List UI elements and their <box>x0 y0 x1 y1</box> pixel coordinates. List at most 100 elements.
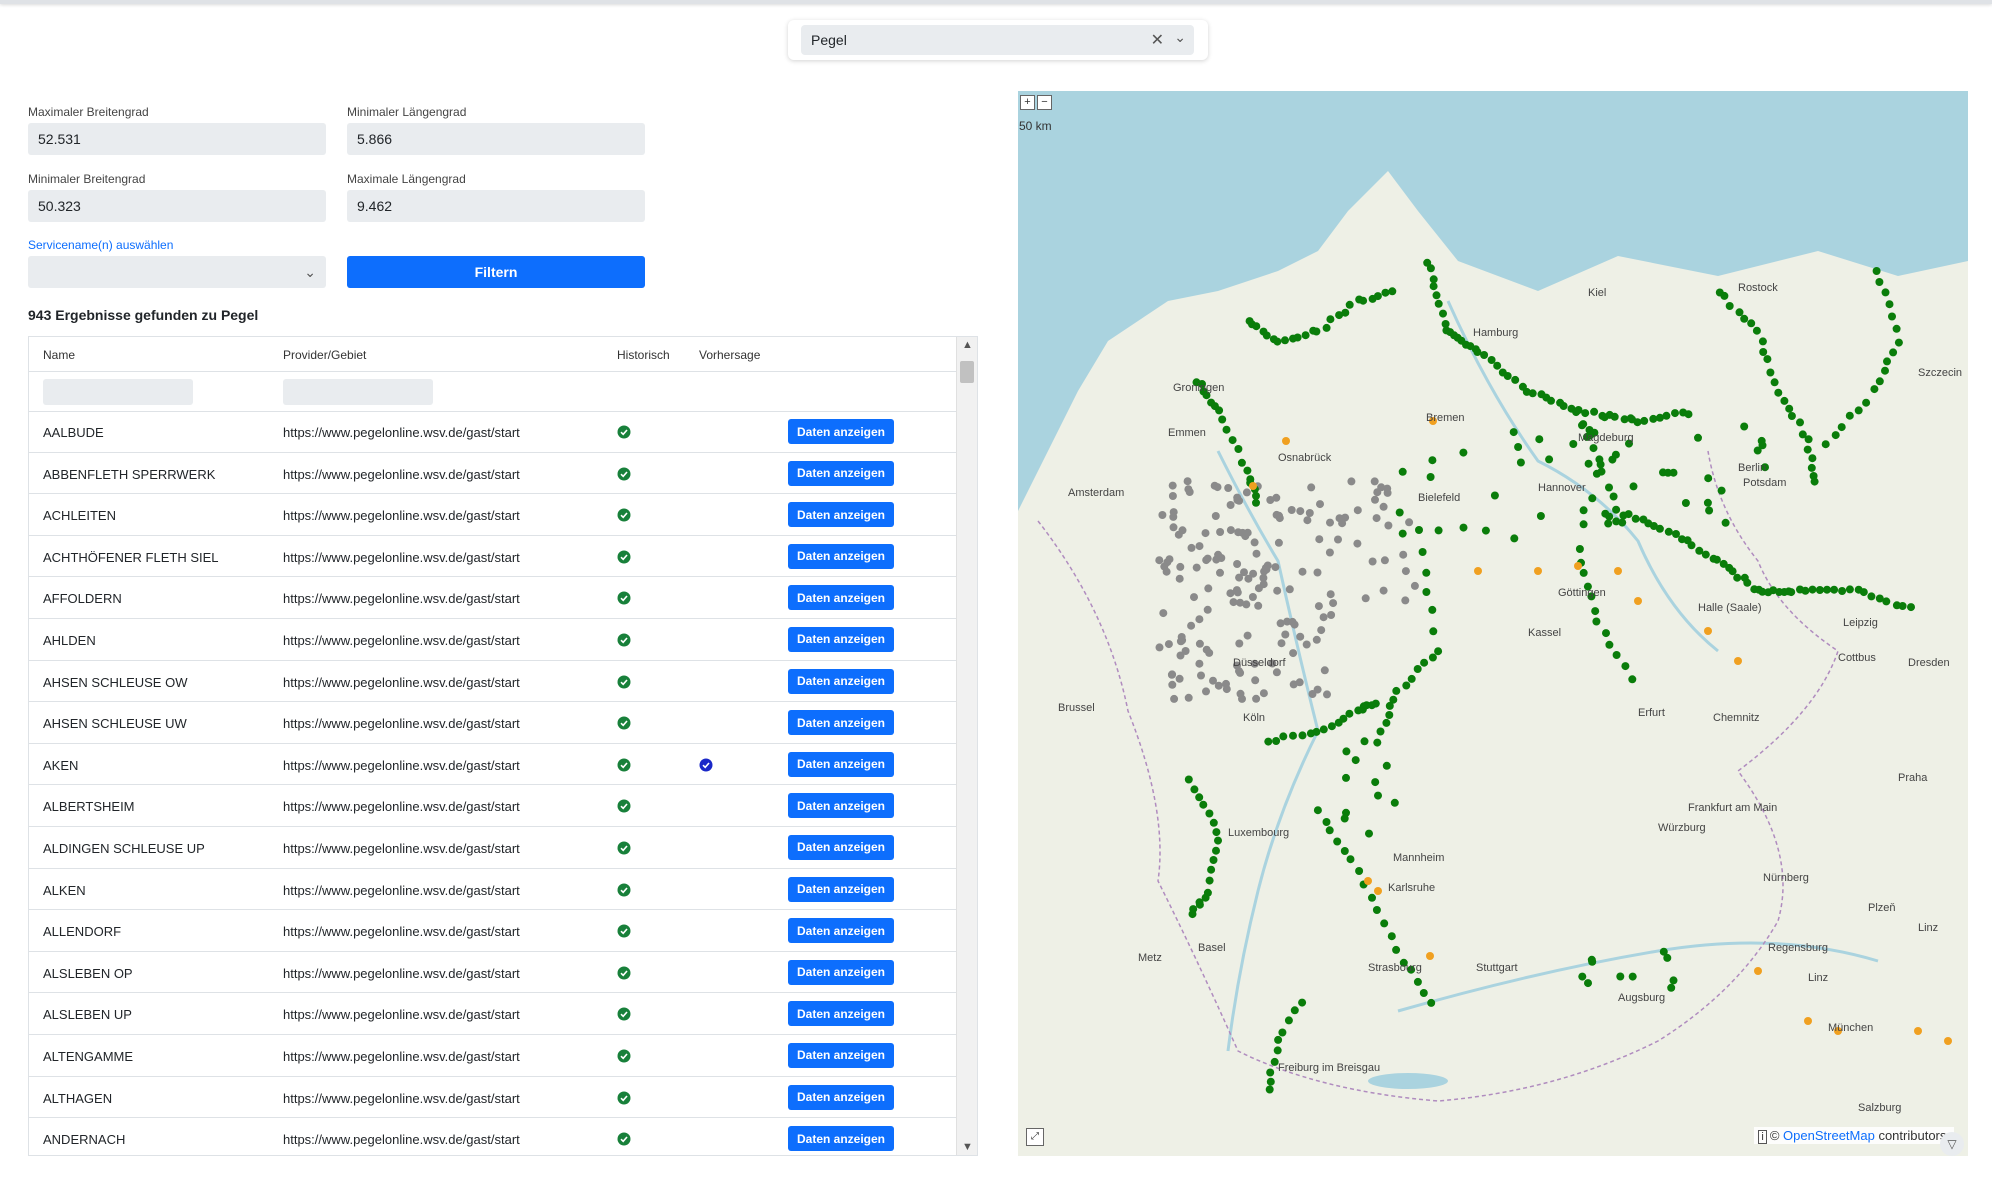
station-marker[interactable] <box>1341 308 1350 317</box>
station-marker[interactable] <box>1579 520 1588 529</box>
station-marker[interactable] <box>1265 1085 1274 1094</box>
station-marker[interactable] <box>1604 519 1613 528</box>
station-marker[interactable] <box>1235 639 1244 648</box>
station-marker[interactable] <box>1584 459 1593 468</box>
show-data-button[interactable]: Daten anzeigen <box>788 918 894 944</box>
station-marker[interactable] <box>1392 686 1401 695</box>
station-marker[interactable] <box>1355 867 1364 875</box>
station-marker[interactable] <box>1213 483 1222 492</box>
station-marker[interactable] <box>1584 979 1592 988</box>
station-marker[interactable] <box>1867 592 1876 601</box>
station-marker[interactable] <box>1807 463 1816 472</box>
station-marker[interactable] <box>1275 514 1284 523</box>
column-header-forecast[interactable]: Vorhersage <box>699 348 760 362</box>
station-marker[interactable] <box>1374 791 1382 800</box>
station-marker[interactable] <box>1758 337 1767 346</box>
station-marker[interactable] <box>1192 563 1201 572</box>
station-marker[interactable] <box>1831 431 1840 440</box>
station-marker[interactable] <box>1574 406 1583 414</box>
station-marker[interactable] <box>1259 580 1268 589</box>
station-marker[interactable] <box>1838 587 1847 595</box>
station-marker[interactable] <box>1640 416 1649 425</box>
station-marker[interactable] <box>1312 327 1321 336</box>
expand-icon[interactable]: ⤢ <box>1026 1128 1044 1146</box>
station-marker[interactable] <box>1837 423 1846 432</box>
station-marker[interactable] <box>1415 526 1423 534</box>
station-marker[interactable] <box>1322 818 1331 826</box>
station-marker[interactable] <box>1480 351 1489 359</box>
station-marker[interactable] <box>1243 631 1252 640</box>
column-header-name[interactable]: Name <box>43 348 75 362</box>
station-marker[interactable] <box>1323 690 1331 699</box>
station-marker[interactable] <box>1753 446 1762 455</box>
station-marker[interactable] <box>1302 640 1311 649</box>
station-marker[interactable] <box>1413 977 1422 986</box>
table-scrollbar[interactable]: ▲ ▼ <box>956 337 977 1155</box>
station-marker[interactable] <box>1628 675 1637 684</box>
station-marker[interactable] <box>1422 588 1431 596</box>
station-marker[interactable] <box>1222 679 1230 688</box>
station-marker[interactable] <box>1252 694 1261 703</box>
station-marker[interactable] <box>1368 893 1376 902</box>
station-marker[interactable] <box>1574 562 1582 570</box>
station-marker[interactable] <box>1740 314 1749 323</box>
station-marker[interactable] <box>1609 492 1618 501</box>
station-marker[interactable] <box>1168 680 1177 689</box>
station-marker[interactable] <box>1592 617 1601 626</box>
station-marker[interactable] <box>1371 699 1380 708</box>
station-marker[interactable] <box>1821 440 1830 449</box>
station-marker[interactable] <box>1510 534 1519 543</box>
station-marker[interactable] <box>1187 621 1196 630</box>
station-marker[interactable] <box>1808 454 1817 463</box>
station-marker[interactable] <box>1345 300 1354 309</box>
station-marker[interactable] <box>1481 526 1490 535</box>
station-marker[interactable] <box>1226 501 1235 509</box>
station-marker[interactable] <box>1385 711 1394 719</box>
station-marker[interactable] <box>1474 567 1482 575</box>
station-marker[interactable] <box>1459 523 1468 532</box>
station-marker[interactable] <box>1249 482 1257 490</box>
station-marker[interactable] <box>1277 639 1286 648</box>
station-marker[interactable] <box>1281 336 1289 345</box>
station-marker[interactable] <box>1327 722 1336 731</box>
station-marker[interactable] <box>1195 639 1204 648</box>
station-marker[interactable] <box>1547 396 1555 405</box>
station-marker[interactable] <box>1241 532 1250 541</box>
show-data-button[interactable]: Daten anzeigen <box>788 876 894 902</box>
column-header-historic[interactable]: Historisch <box>617 348 670 362</box>
station-marker[interactable] <box>1493 361 1502 370</box>
station-marker[interactable] <box>1754 967 1762 975</box>
scroll-down-icon[interactable]: ▼ <box>962 1141 973 1153</box>
station-marker[interactable] <box>1380 919 1389 928</box>
station-marker[interactable] <box>1262 331 1271 340</box>
station-marker[interactable] <box>1720 291 1729 300</box>
station-marker[interactable] <box>1175 574 1184 583</box>
station-marker[interactable] <box>1252 498 1260 507</box>
station-marker[interactable] <box>1345 709 1354 718</box>
show-data-button[interactable]: Daten anzeigen <box>788 543 894 569</box>
station-map[interactable]: Hamburg Bremen Berlin Amsterdam Hannover Leip… <box>1018 91 1968 1156</box>
station-marker[interactable] <box>1535 435 1544 444</box>
station-marker[interactable] <box>1368 557 1377 566</box>
station-marker[interactable] <box>1434 647 1443 656</box>
station-marker[interactable] <box>1334 535 1342 544</box>
station-marker[interactable] <box>1226 589 1235 598</box>
station-marker[interactable] <box>1164 640 1173 649</box>
station-marker[interactable] <box>1503 372 1512 380</box>
station-marker[interactable] <box>1872 267 1881 275</box>
station-marker[interactable] <box>1273 337 1282 346</box>
station-marker[interactable] <box>1624 510 1633 519</box>
station-marker[interactable] <box>1168 492 1177 500</box>
station-marker[interactable] <box>1325 548 1334 557</box>
station-marker[interactable] <box>1326 518 1334 527</box>
station-marker[interactable] <box>1687 541 1696 550</box>
station-marker[interactable] <box>1342 808 1350 817</box>
show-data-button[interactable]: Daten anzeigen <box>788 1001 894 1027</box>
station-marker[interactable] <box>1889 348 1898 357</box>
station-marker[interactable] <box>1398 467 1407 476</box>
station-marker[interactable] <box>1252 549 1261 558</box>
station-marker[interactable] <box>1205 876 1214 885</box>
station-marker[interactable] <box>1410 581 1419 590</box>
station-marker[interactable] <box>1734 657 1742 665</box>
station-marker[interactable] <box>1804 1017 1812 1025</box>
